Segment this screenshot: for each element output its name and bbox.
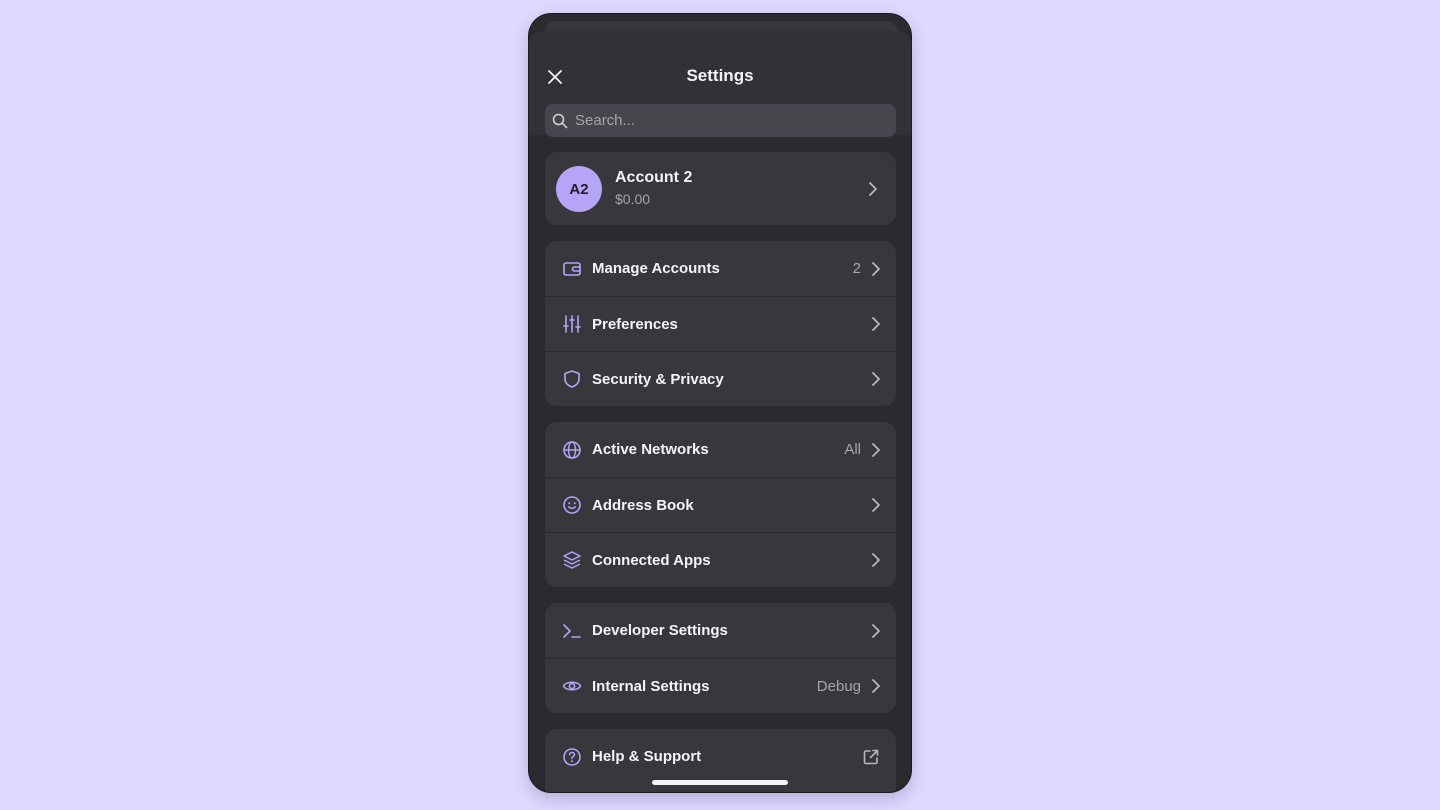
settings-item-address-book[interactable]: Address Book (545, 477, 896, 532)
chevron-right-icon (872, 261, 880, 276)
settings-group-developer: Developer Settings Internal Settings Deb… (545, 603, 896, 713)
search-bar[interactable] (545, 104, 896, 137)
settings-item-label: Security & Privacy (592, 370, 724, 388)
settings-item-label: Manage Accounts (592, 260, 720, 277)
settings-group-networks: Active Networks All Address Book Connect… (545, 422, 896, 587)
settings-screen: Settings A2 Account 2 $0.00 (529, 14, 911, 792)
account-balance: $0.00 (615, 191, 651, 207)
settings-item-label: Address Book (592, 496, 694, 514)
settings-item-connected-apps[interactable]: Connected Apps (545, 532, 896, 587)
chevron-right-icon (872, 442, 880, 457)
page-title: Settings (686, 66, 754, 85)
chevron-right-icon (872, 623, 880, 638)
chevron-right-icon (872, 553, 880, 567)
home-indicator[interactable] (652, 780, 788, 785)
account-card[interactable]: A2 Account 2 $0.00 (545, 152, 896, 225)
layers-icon (562, 550, 582, 570)
settings-item-preferences[interactable]: Preferences (545, 296, 896, 351)
globe-icon (562, 440, 582, 460)
chevron-right-icon (872, 679, 880, 693)
settings-item-value: 2 (852, 260, 861, 277)
external-link-icon (863, 749, 879, 764)
chevron-right-icon (872, 372, 880, 386)
settings-item-label: Developer Settings (592, 622, 728, 639)
settings-item-active-networks[interactable]: Active Networks All (545, 422, 896, 477)
settings-item-value: All (844, 441, 861, 458)
sliders-icon (562, 314, 582, 334)
settings-item-label: Preferences (592, 315, 678, 333)
settings-header: Settings (529, 31, 911, 137)
settings-item-label: Help & Support (592, 748, 702, 765)
settings-item-label: Internal Settings (592, 677, 710, 695)
account-name: Account 2 (615, 169, 693, 186)
settings-item-value: Debug (816, 677, 861, 695)
settings-group-accounts: Manage Accounts 2 Preferences Security &… (545, 241, 896, 406)
settings-item-help-support[interactable]: Help & Support (545, 729, 896, 784)
search-input[interactable] (573, 111, 887, 130)
settings-item-security-privacy[interactable]: Security & Privacy (545, 351, 896, 406)
chevron-right-icon (869, 182, 877, 196)
wallet-icon (562, 259, 582, 279)
settings-item-internal-settings[interactable]: Internal Settings Debug (545, 658, 896, 713)
terminal-icon (562, 621, 582, 641)
search-icon (552, 113, 568, 129)
settings-item-label: Connected Apps (592, 551, 711, 569)
settings-item-developer-settings[interactable]: Developer Settings (545, 603, 896, 658)
chevron-right-icon (872, 498, 880, 512)
smiley-icon (562, 495, 582, 515)
shield-icon (562, 369, 582, 389)
settings-item-manage-accounts[interactable]: Manage Accounts 2 (545, 241, 896, 296)
settings-item-label: Active Networks (592, 441, 709, 458)
eye-icon (562, 676, 582, 696)
chevron-right-icon (872, 317, 880, 331)
help-circle-icon (562, 747, 582, 767)
avatar: A2 (556, 166, 602, 212)
